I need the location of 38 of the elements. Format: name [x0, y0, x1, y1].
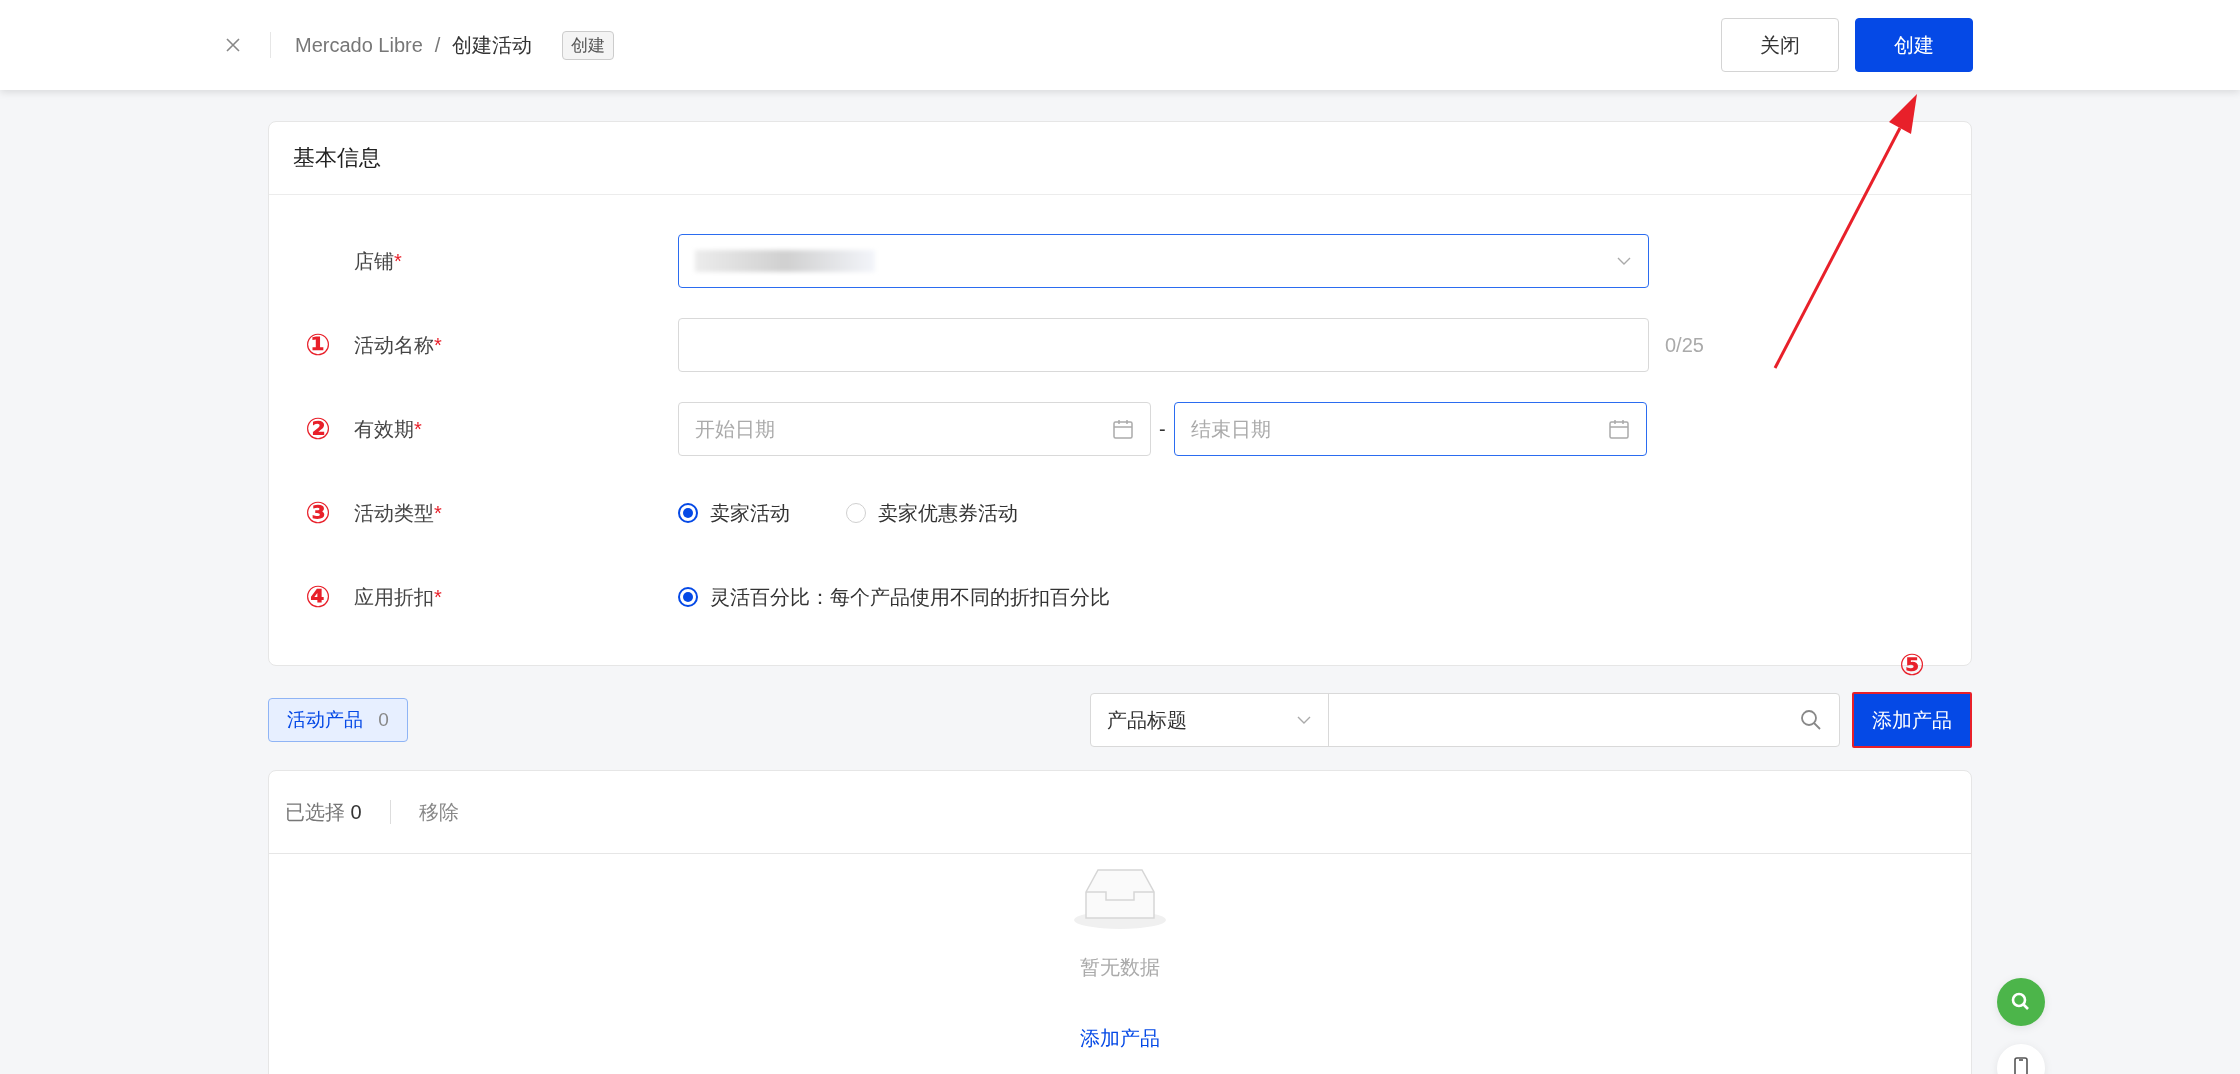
section-title: 基本信息: [269, 122, 1971, 195]
add-product-button[interactable]: 添加产品: [1852, 692, 1972, 748]
shop-select[interactable]: [678, 234, 1649, 288]
step-number: ⑤: [1899, 650, 1925, 680]
empty-message: 暂无数据: [1080, 955, 1160, 980]
chevron-down-icon: [1616, 256, 1632, 266]
selected-count: 已选择 0: [285, 799, 362, 825]
radio-button[interactable]: [678, 503, 698, 523]
close-button[interactable]: 关闭: [1721, 18, 1839, 72]
field-label: 有效期*: [354, 416, 422, 442]
char-counter: 0/25: [1665, 333, 1704, 357]
name-input[interactable]: [678, 318, 1649, 372]
breadcrumb-item[interactable]: Mercado Libre: [295, 33, 423, 57]
remove-button[interactable]: 移除: [418, 798, 459, 826]
radio-button[interactable]: [678, 587, 698, 607]
calendar-icon: [1607, 418, 1630, 440]
field-label: 活动名称*: [354, 332, 442, 358]
breadcrumb-item: 创建活动: [452, 32, 533, 58]
option-label[interactable]: 卖家优惠券活动: [878, 499, 1018, 527]
products-tab[interactable]: 活动产品 0: [268, 698, 408, 742]
add-product-link[interactable]: 添加产品: [1080, 1025, 1160, 1052]
step-number: ②: [305, 414, 331, 444]
placeholder-text: 开始日期: [695, 416, 775, 442]
search-float-button[interactable]: [1997, 978, 2045, 1026]
step-number: ①: [305, 330, 331, 360]
step-number: ③: [305, 498, 331, 528]
step-number: ④: [305, 582, 331, 612]
field-label: 应用折扣*: [354, 584, 442, 610]
field-label: 店铺*: [354, 248, 402, 274]
calendar-icon: [1112, 418, 1134, 440]
option-label[interactable]: 卖家活动: [710, 499, 790, 527]
range-separator: -: [1159, 417, 1166, 441]
status-badge: 创建: [562, 30, 615, 60]
field-label: 活动类型*: [354, 500, 442, 526]
placeholder-text: 结束日期: [1190, 416, 1271, 442]
breadcrumb-separator: /: [434, 33, 441, 57]
option-label[interactable]: 灵活百分比：每个产品使用不同的折扣百分比: [710, 583, 1110, 611]
create-button[interactable]: 创建: [1855, 18, 1973, 72]
